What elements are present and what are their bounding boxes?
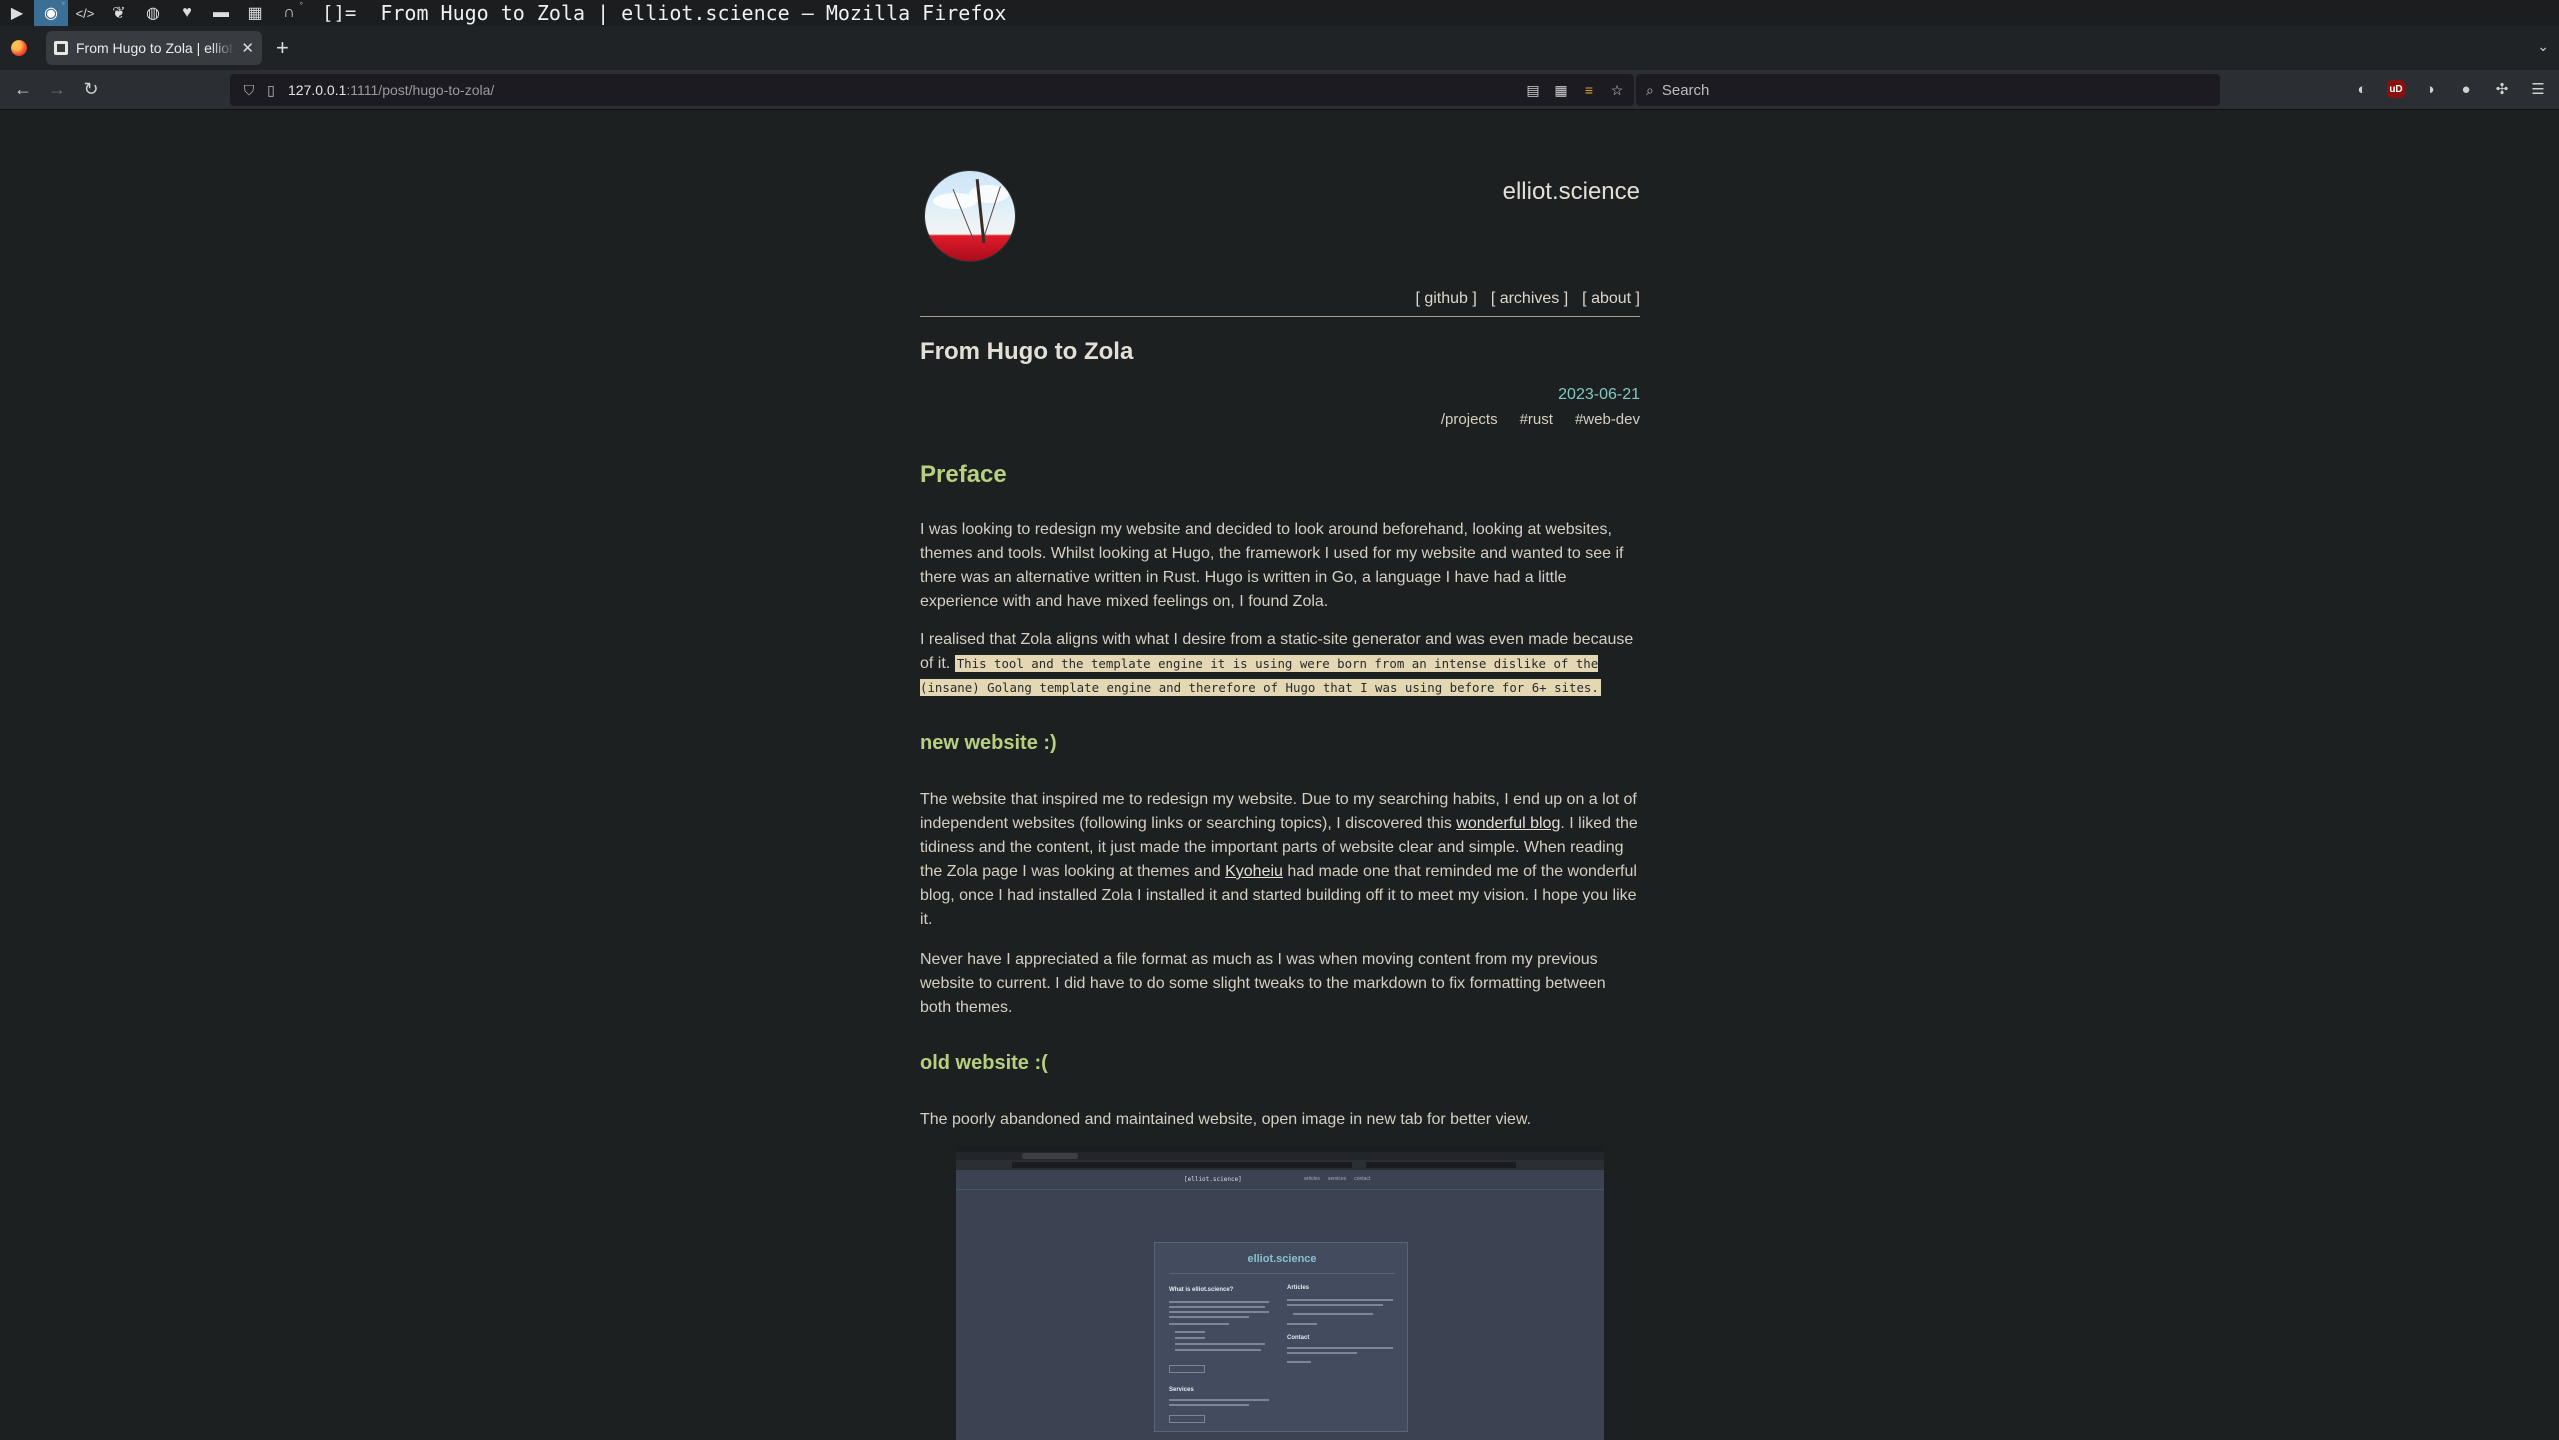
url-bar[interactable]: ⛉ ▯ 127.0.0.1:1111/post/hugo-to-zola/ ▤ … — [230, 74, 1634, 106]
url-actions: ▤ ▦ ≡ ☆ — [1524, 82, 1626, 99]
zola-quote: This tool and the template engine it is … — [920, 655, 1601, 696]
workspace-list: ▶ ◉ ° </> ❦ ◍ ♥ ▬ ▦ ∩ ° — [0, 0, 306, 26]
window-title: From Hugo to Zola | elliot.science — Moz… — [380, 1, 1007, 25]
list-tabs-icon[interactable]: ⌄ — [2537, 38, 2549, 55]
old-website-screenshot[interactable]: [elliot.science] articles services contact… — [956, 1146, 1604, 1440]
privacy-extension-icon[interactable]: ◐ — [2351, 78, 2373, 100]
tag-web-dev-link[interactable]: #web-dev — [1575, 411, 1640, 428]
window-manager-bar: ▶ ◉ ° </> ❦ ◍ ♥ ▬ ▦ ∩ ° []= From Hugo to Z… — [0, 0, 2559, 26]
workspace-misc-icon[interactable]: ∩ ° — [272, 0, 306, 26]
post-title: From Hugo to Zola — [920, 338, 1134, 365]
back-icon[interactable]: ← — [6, 75, 40, 105]
url-text[interactable]: 127.0.0.1:1111/post/hugo-to-zola/ — [288, 82, 494, 98]
site-title[interactable]: elliot.science — [1503, 178, 1640, 206]
tag-projects-link[interactable]: /projects — [1441, 411, 1498, 428]
old-site-col2-heading: Articles — [1287, 1285, 1310, 1291]
url-path: :1111/post/hugo-to-zola/ — [346, 82, 495, 98]
color-extension-icon[interactable]: ≡ — [1580, 82, 1598, 98]
post-date: 2023-06-21 — [1558, 386, 1640, 403]
shield-icon[interactable]: ⛉ — [238, 82, 260, 99]
nav-about-link[interactable]: [ about ] — [1582, 290, 1640, 308]
preface-paragraph-1: I was looking to redesign my website and… — [920, 521, 1624, 610]
extensions-area: ◐ uD ◑ ● ✣ ☰ — [2351, 78, 2549, 100]
old-site-col1-heading: What is elliot.science? — [1169, 1287, 1234, 1293]
site-nav: [ github ] [ archives ] [ about ] — [1415, 290, 1640, 308]
page-viewport: elliot.science [ github ] [ archives ] [… — [0, 110, 2559, 1440]
header-divider — [920, 316, 1640, 317]
workspace-music-icon[interactable]: ◍ — [136, 0, 170, 26]
tab-favicon-icon — [54, 41, 68, 55]
nav-archives-link[interactable]: [ archives ] — [1491, 290, 1568, 308]
workspace-browser-icon[interactable]: ◉ ° — [34, 0, 68, 26]
tab-close-icon[interactable]: ✕ — [241, 39, 254, 57]
preface-paragraph-2: I realised that Zola aligns with what I … — [920, 628, 1640, 700]
workspace-terminal-icon[interactable]: ▶ — [0, 0, 34, 26]
old-site-card: elliot.science What is elliot.science? S… — [1154, 1242, 1408, 1432]
search-icon: ⌕ — [1646, 81, 1654, 98]
wonderful-blog-link[interactable]: wonderful blog — [1456, 815, 1560, 832]
old-website-paragraph: The poorly abandoned and maintained webs… — [920, 1111, 1532, 1128]
tab-title: From Hugo to Zola | elliot.science — [76, 40, 236, 56]
firefox-view-icon[interactable] — [0, 26, 38, 70]
site-avatar[interactable] — [924, 170, 1016, 262]
ublock-icon[interactable]: uD — [2387, 80, 2405, 98]
tampermonkey-icon[interactable]: ● — [2455, 78, 2477, 100]
workspace-chat-icon[interactable]: ♥ — [170, 0, 204, 26]
menu-hamburger-icon[interactable]: ☰ — [2527, 78, 2549, 100]
forward-icon[interactable]: → — [40, 75, 74, 105]
new-website-paragraph-1: The website that inspired me to redesign… — [920, 788, 1640, 932]
workspace-leaf-icon[interactable]: ❦ — [102, 0, 136, 26]
post-tags: /projects #rust #web-dev — [1441, 411, 1640, 428]
tag-rust-link[interactable]: #rust — [1520, 411, 1553, 428]
preface-heading: Preface — [920, 461, 1007, 488]
nav-github-link[interactable]: [ github ] — [1415, 290, 1476, 308]
workspace-video-icon[interactable]: ▬ — [204, 0, 238, 26]
page-info-icon[interactable]: ▯ — [260, 82, 282, 99]
workspace-windows-icon[interactable]: ▦ — [238, 0, 272, 26]
kyoheiu-link[interactable]: Kyoheiu — [1225, 863, 1283, 880]
search-bar[interactable]: ⌕ Search — [1636, 74, 2220, 106]
old-site-card-title: elliot.science — [1247, 1253, 1317, 1265]
password-manager-icon[interactable]: ◑ — [2419, 78, 2441, 100]
old-website-heading: old website :( — [920, 1052, 1048, 1074]
new-tab-icon[interactable]: + — [276, 35, 289, 61]
reload-icon[interactable]: ↻ — [74, 75, 108, 105]
url-host: 127.0.0.1 — [288, 82, 347, 98]
extensions-puzzle-icon[interactable]: ✣ — [2491, 78, 2513, 100]
workspace-code-icon[interactable]: </> — [68, 0, 102, 26]
qr-code-icon[interactable]: ▦ — [1552, 82, 1570, 99]
tab-active[interactable]: From Hugo to Zola | elliot.science ✕ — [46, 31, 262, 65]
new-website-paragraph-2: Never have I appreciated a file format a… — [920, 951, 1606, 1016]
navigation-bar: ← → ↻ ⛉ ▯ 127.0.0.1:1111/post/hugo-to-zo… — [0, 70, 2559, 110]
old-site-col3-heading: Contact — [1287, 1335, 1310, 1341]
tab-bar: From Hugo to Zola | elliot.science ✕ + ⌄ — [0, 26, 2559, 70]
layout-indicator[interactable]: []= — [322, 2, 356, 24]
search-placeholder: Search — [1661, 81, 1710, 99]
bookmark-star-icon[interactable]: ☆ — [1608, 82, 1626, 99]
reader-view-icon[interactable]: ▤ — [1524, 82, 1542, 99]
old-site-col4-heading: Services — [1169, 1387, 1194, 1393]
new-website-heading: new website :) — [920, 732, 1057, 754]
